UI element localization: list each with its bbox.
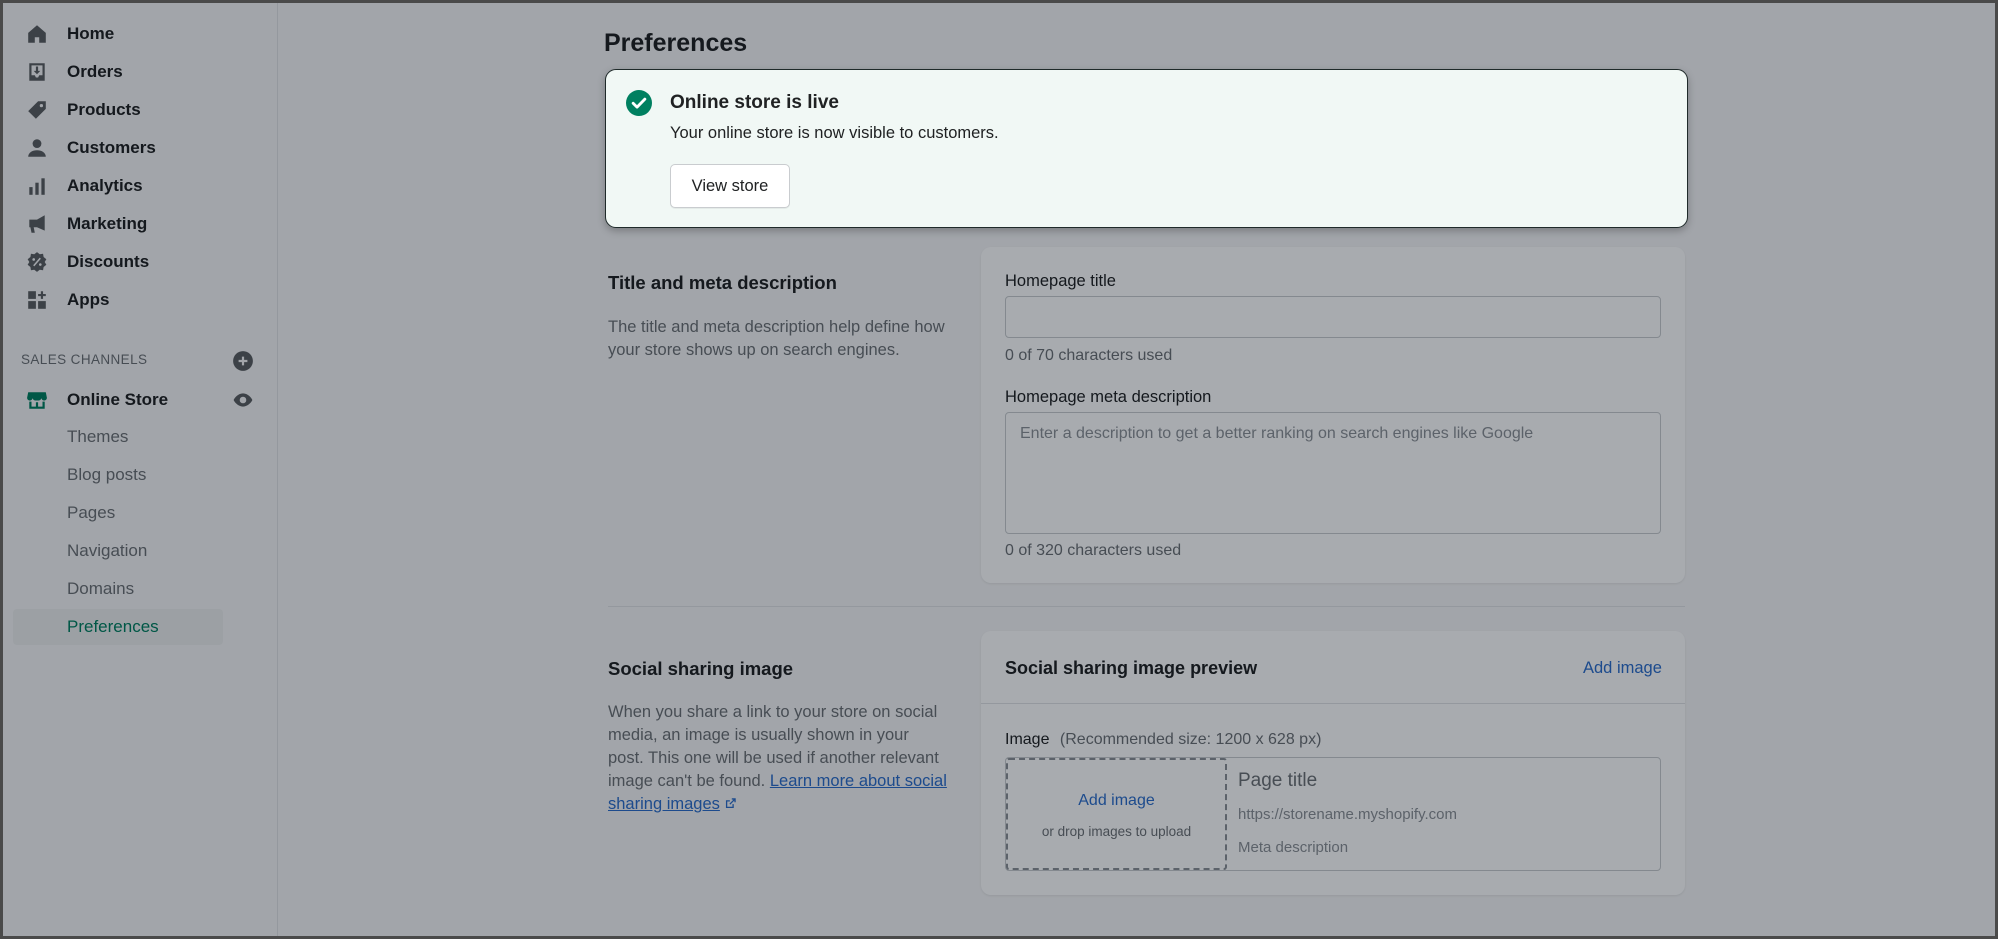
banner-text: Your online store is now visible to cust… xyxy=(670,124,999,142)
app-window: Home Orders Products Customers Analytics xyxy=(0,0,1998,939)
view-store-button[interactable]: View store xyxy=(670,164,790,208)
banner-title: Online store is live xyxy=(670,92,839,113)
check-circle-icon xyxy=(626,90,652,116)
store-live-banner: Online store is live Your online store i… xyxy=(605,69,1688,228)
